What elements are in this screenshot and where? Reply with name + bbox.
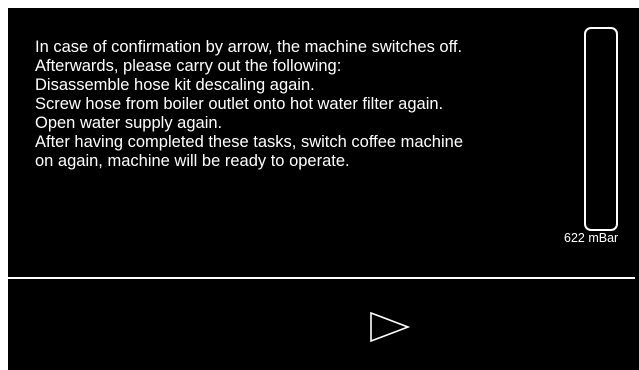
message-line: In case of confirmation by arrow, the ma… bbox=[35, 38, 463, 56]
divider bbox=[8, 277, 635, 279]
play-arrow-outline-icon bbox=[370, 311, 411, 343]
display-screen: In case of confirmation by arrow, the ma… bbox=[8, 8, 639, 370]
instruction-message: In case of confirmation by arrow, the ma… bbox=[35, 38, 575, 171]
pressure-gauge bbox=[584, 27, 618, 231]
message-line: After having completed these tasks, swit… bbox=[35, 133, 464, 151]
pressure-readout: 622 mBar bbox=[564, 231, 619, 245]
confirm-arrow-button[interactable] bbox=[368, 310, 412, 344]
message-line: Disassemble hose kit descaling again. bbox=[35, 76, 315, 94]
message-line: Afterwards, please carry out the followi… bbox=[35, 57, 342, 75]
message-line: on again, machine will be ready to opera… bbox=[35, 152, 350, 170]
message-line: Screw hose from boiler outlet onto hot w… bbox=[35, 95, 444, 113]
message-line: Open water supply again. bbox=[35, 114, 223, 132]
